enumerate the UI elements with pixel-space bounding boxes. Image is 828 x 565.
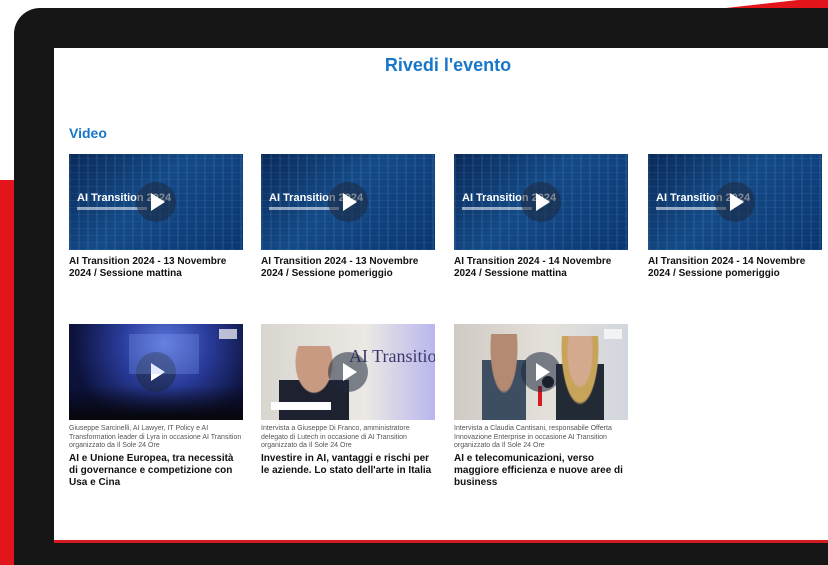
- play-icon[interactable]: [521, 352, 561, 392]
- video-title[interactable]: Investire in AI, vantaggi e rischi per l…: [261, 453, 435, 477]
- video-thumbnail[interactable]: AI Transition 2024: [69, 154, 243, 250]
- video-thumbnail[interactable]: AI Transition 2024: [261, 154, 435, 250]
- video-card[interactable]: AI Transition 2024 AI Transition 2024 - …: [69, 154, 243, 280]
- video-title[interactable]: AI e telecomunicazioni, verso maggiore e…: [454, 453, 628, 489]
- interviewer-figure: [482, 334, 526, 420]
- video-title[interactable]: AI Transition 2024 - 13 Novembre 2024 / …: [261, 256, 435, 280]
- video-title[interactable]: AI Transition 2024 - 14 Novembre 2024 / …: [454, 256, 628, 280]
- video-thumbnail[interactable]: AI Transition 2024: [261, 324, 435, 420]
- video-thumbnail[interactable]: AI Transition 2024: [454, 154, 628, 250]
- video-title[interactable]: AI Transition 2024 - 13 Novembre 2024 / …: [69, 256, 243, 280]
- page-title: Rivedi l'evento: [384, 55, 512, 75]
- video-title[interactable]: AI Transition 2024 - 14 Novembre 2024 / …: [648, 256, 822, 280]
- video-card[interactable]: AI Transition 2024 Intervista a Giuseppe…: [261, 324, 435, 477]
- video-card[interactable]: AI Transition 2024 AI Transition 2024 - …: [454, 154, 628, 280]
- play-icon[interactable]: [328, 352, 368, 392]
- play-icon[interactable]: [136, 352, 176, 392]
- play-icon[interactable]: [521, 182, 561, 222]
- video-card[interactable]: Giuseppe Sarcinelli, AI Lawyer, IT Polic…: [69, 324, 243, 489]
- video-card[interactable]: Intervista a Claudia Cantisani, responsa…: [454, 324, 628, 489]
- video-title[interactable]: AI e Unione Europea, tra necessità di go…: [69, 453, 243, 489]
- video-description: Giuseppe Sarcinelli, AI Lawyer, IT Polic…: [69, 425, 242, 449]
- device-frame: Rivedi l'evento Video AI Transition 2024…: [14, 8, 828, 565]
- speaker-figure: [556, 336, 604, 420]
- video-thumbnail[interactable]: [454, 324, 628, 420]
- video-thumbnail[interactable]: AI Transition 2024: [648, 154, 822, 250]
- event-logo: [219, 329, 237, 339]
- video-description: Intervista a Giuseppe Di Franco, amminis…: [261, 425, 410, 449]
- event-logo: [604, 329, 622, 339]
- video-card[interactable]: AI Transition 2024 AI Transition 2024 - …: [261, 154, 435, 280]
- page-content: Rivedi l'evento Video AI Transition 2024…: [54, 48, 828, 543]
- section-title-video: Video: [69, 125, 107, 141]
- video-card[interactable]: AI Transition 2024 AI Transition 2024 - …: [648, 154, 822, 280]
- play-icon[interactable]: [136, 182, 176, 222]
- video-thumbnail[interactable]: [69, 324, 243, 420]
- video-description: Intervista a Claudia Cantisani, responsa…: [454, 425, 612, 449]
- play-icon[interactable]: [715, 182, 755, 222]
- play-icon[interactable]: [328, 182, 368, 222]
